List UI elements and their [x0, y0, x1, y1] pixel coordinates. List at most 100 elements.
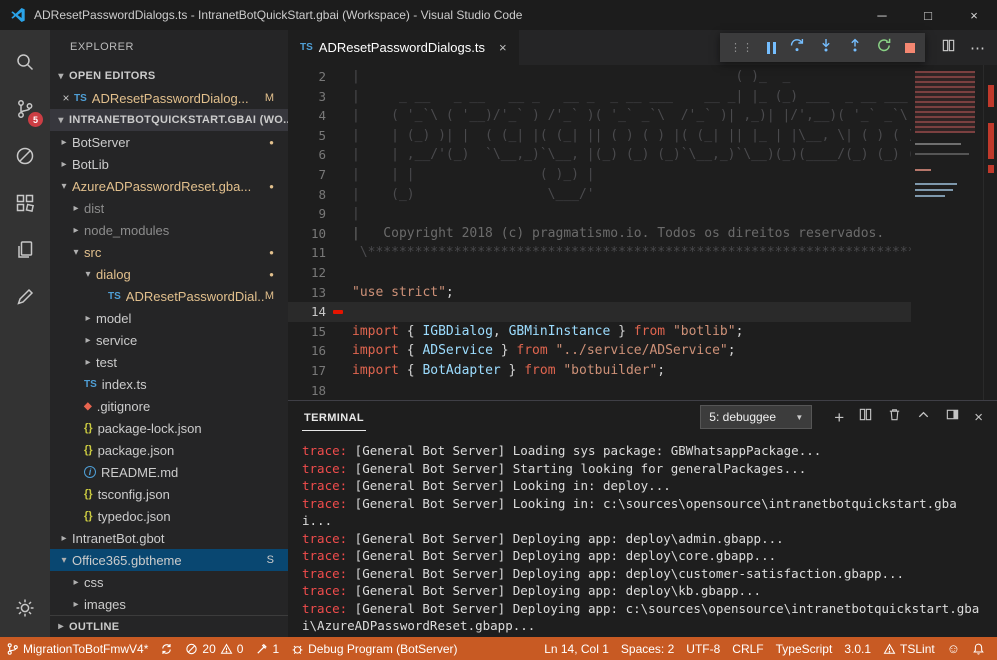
git-branch-status[interactable]: MigrationToBotFmwV4* [0, 637, 154, 660]
new-terminal-icon[interactable]: + [834, 409, 844, 426]
open-editors-header[interactable]: ▾ OPEN EDITORS [50, 65, 288, 87]
open-editor-item[interactable]: × TS ADResetPasswordDialog... M [50, 87, 288, 109]
code-line-18[interactable]: 18 [288, 381, 997, 401]
debug-status[interactable]: Debug Program (BotServer) [285, 637, 463, 660]
chevron-right-icon[interactable]: ▸ [68, 577, 84, 588]
split-terminal-icon[interactable] [858, 407, 873, 427]
chevron-down-icon[interactable]: ▾ [56, 555, 72, 566]
code-line-8[interactable]: 8| (_) \___/' | [288, 185, 997, 205]
close-panel-icon[interactable]: × [974, 409, 983, 426]
code-line-7[interactable]: 7| | | ( )_) | | [288, 165, 997, 185]
close-tab-icon[interactable]: × [499, 40, 507, 55]
drag-grip-icon[interactable]: ⋮⋮ [730, 41, 754, 54]
tab-adresetpassworddialogs[interactable]: TS ADResetPasswordDialogs.ts × [288, 30, 519, 65]
chevron-right-icon[interactable]: ▸ [80, 357, 96, 368]
tree-item-package-json[interactable]: {}package.json [50, 439, 288, 461]
minimap[interactable] [911, 65, 983, 400]
code-editor[interactable]: 2| ( )_ _ |3| _ __ _ __ __ _ __ _ _ __ _… [288, 65, 997, 400]
code-line-13[interactable]: 13"use strict"; [288, 283, 997, 303]
chevron-down-icon[interactable]: ▾ [56, 181, 72, 192]
tree-item-model[interactable]: ▸model [50, 307, 288, 329]
tree-item-css[interactable]: ▸css [50, 571, 288, 593]
chevron-down-icon[interactable]: ▾ [80, 269, 96, 280]
stop-icon[interactable] [905, 43, 915, 53]
tasks-status[interactable]: 1 [249, 637, 285, 660]
typescript-version[interactable]: 3.0.1 [838, 637, 877, 660]
tree-item-botserver[interactable]: ▸BotServer● [50, 131, 288, 153]
code-line-14[interactable]: 14 [288, 302, 997, 322]
sync-button[interactable] [154, 637, 179, 660]
code-line-15[interactable]: 15import { IGBDialog, GBMinInstance } fr… [288, 322, 997, 342]
tree-item-adresetpassworddial[interactable]: TSADResetPasswordDial...M [50, 285, 288, 307]
tree-item-dialog[interactable]: ▾dialog● [50, 263, 288, 285]
outline-header[interactable]: ▸ OUTLINE [50, 615, 288, 637]
files-icon[interactable] [0, 226, 50, 273]
chevron-down-icon[interactable]: ▾ [68, 247, 84, 258]
close-button[interactable]: × [951, 0, 997, 30]
code-line-17[interactable]: 17import { BotAdapter } from "botbuilder… [288, 361, 997, 381]
terminal-dropdown[interactable]: 5: debuggee ▼ [700, 405, 812, 429]
code-line-12[interactable]: 12 [288, 263, 997, 283]
terminal-output[interactable]: trace: [General Bot Server] Loading sys … [288, 433, 997, 637]
chevron-right-icon[interactable]: ▸ [56, 533, 72, 544]
maximize-panel-icon[interactable] [916, 407, 931, 427]
code-line-9[interactable]: 9| | [288, 204, 997, 224]
tree-item-index-ts[interactable]: TSindex.ts [50, 373, 288, 395]
encoding[interactable]: UTF-8 [680, 637, 726, 660]
tab-terminal[interactable]: TERMINAL [302, 404, 366, 431]
code-line-6[interactable]: 6| | ,__/'(_) `\__,_)`\__, |(_) (_) (_)`… [288, 145, 997, 165]
minimize-button[interactable]: ─ [859, 0, 905, 30]
tree-item-readme-md[interactable]: iREADME.md [50, 461, 288, 483]
eol-sequence[interactable]: CRLF [726, 637, 769, 660]
search-icon[interactable] [0, 38, 50, 85]
maximize-button[interactable]: □ [905, 0, 951, 30]
restart-icon[interactable] [876, 37, 892, 58]
language-mode[interactable]: TypeScript [770, 637, 839, 660]
settings-gear-icon[interactable] [0, 584, 50, 631]
tree-item-service[interactable]: ▸service [50, 329, 288, 351]
problems-status[interactable]: 20 0 [179, 637, 249, 660]
tree-item-office365-gbtheme[interactable]: ▾Office365.gbthemeS [50, 549, 288, 571]
code-line-5[interactable]: 5| | (_) )| | ( (_| |( (_| || ( ) ( ) |(… [288, 126, 997, 146]
code-line-3[interactable]: 3| _ __ _ __ __ _ __ _ _ __ ___ __ _| |_… [288, 87, 997, 107]
code-line-16[interactable]: 16import { ADService } from "../service/… [288, 341, 997, 361]
toggle-panel-icon[interactable] [945, 407, 960, 427]
tree-item-dist[interactable]: ▸dist [50, 197, 288, 219]
split-editor-icon[interactable] [941, 38, 956, 57]
code-line-2[interactable]: 2| ( )_ _ | [288, 67, 997, 87]
tslint-status[interactable]: TSLint [877, 637, 941, 660]
step-over-icon[interactable] [789, 37, 805, 58]
chevron-right-icon[interactable]: ▸ [80, 335, 96, 346]
tree-item-package-lock-json[interactable]: {}package-lock.json [50, 417, 288, 439]
chevron-right-icon[interactable]: ▸ [68, 599, 84, 610]
tree-item-azureadpasswordreset-gba[interactable]: ▾AzureADPasswordReset.gba...● [50, 175, 288, 197]
debug-icon[interactable] [0, 132, 50, 179]
edit-icon[interactable] [0, 273, 50, 320]
close-editor-icon[interactable]: × [58, 91, 74, 105]
pause-icon[interactable] [767, 42, 776, 54]
tree-item-tsconfig-json[interactable]: {}tsconfig.json [50, 483, 288, 505]
chevron-right-icon[interactable]: ▸ [68, 203, 84, 214]
source-control-icon[interactable]: 5 [0, 85, 50, 132]
kill-terminal-icon[interactable] [887, 407, 902, 427]
chevron-right-icon[interactable]: ▸ [80, 313, 96, 324]
tree-item-test[interactable]: ▸test [50, 351, 288, 373]
cursor-position[interactable]: Ln 14, Col 1 [538, 637, 615, 660]
tree-item-typedoc-json[interactable]: {}typedoc.json [50, 505, 288, 527]
workspace-header[interactable]: ▾ INTRANETBOTQUICKSTART.GBAI (WO... [50, 109, 288, 131]
code-line-11[interactable]: 11 \************************************… [288, 243, 997, 263]
vscode-logo-icon[interactable] [10, 7, 26, 23]
extensions-icon[interactable] [0, 179, 50, 226]
notifications-bell[interactable] [966, 637, 991, 660]
chevron-right-icon[interactable]: ▸ [56, 137, 72, 148]
step-out-icon[interactable] [847, 37, 863, 58]
tree-item-node-modules[interactable]: ▸node_modules [50, 219, 288, 241]
feedback-smiley[interactable]: ☺ [941, 637, 966, 660]
chevron-right-icon[interactable]: ▸ [56, 159, 72, 170]
tree-item-gitignore[interactable]: ◆.gitignore [50, 395, 288, 417]
more-actions-icon[interactable]: ⋯ [970, 39, 985, 57]
code-line-10[interactable]: 10| Copyright 2018 (c) pragmatismo.io. T… [288, 224, 997, 244]
step-into-icon[interactable] [818, 37, 834, 58]
chevron-right-icon[interactable]: ▸ [68, 225, 84, 236]
tree-item-intranetbot-gbot[interactable]: ▸IntranetBot.gbot [50, 527, 288, 549]
